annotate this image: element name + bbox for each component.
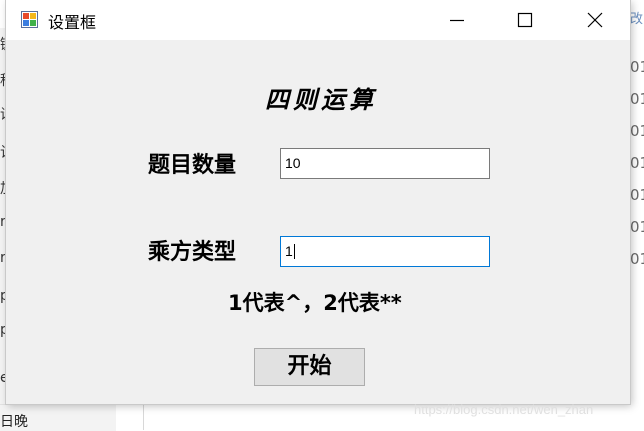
- question-count-value: 10: [285, 155, 301, 171]
- question-count-input[interactable]: 10: [280, 148, 490, 179]
- background-text: 01: [630, 58, 644, 76]
- background-text: 01: [630, 90, 644, 108]
- power-type-hint: 1代表^，2代表**: [228, 291, 402, 315]
- app-icon: [21, 11, 38, 28]
- power-type-label: 乘方类型: [148, 240, 237, 265]
- background-text: 01: [630, 154, 644, 172]
- background-text: 01: [630, 122, 644, 140]
- maximize-icon: [517, 12, 533, 28]
- title-bar[interactable]: 设置框: [6, 0, 630, 40]
- watermark: https://blog.csdn.net/wen_zhan: [414, 402, 594, 417]
- power-type-value: 1: [285, 243, 293, 259]
- page-title: 四则运算: [265, 85, 377, 114]
- power-type-input[interactable]: 1: [280, 236, 490, 267]
- close-button[interactable]: [572, 0, 618, 40]
- minimize-button[interactable]: [434, 0, 480, 40]
- close-icon: [587, 12, 603, 28]
- background-divider: [143, 404, 144, 430]
- background-text: 01: [630, 186, 644, 204]
- settings-dialog: 设置框 四则运算 题目数量 10 乘方类型 1 1代表^，2代表** 开始: [6, 0, 630, 404]
- background-text: 改: [630, 12, 644, 27]
- minimize-icon: [450, 19, 464, 22]
- start-button[interactable]: 开始: [254, 348, 365, 386]
- background-panel: 日晚: [0, 404, 116, 431]
- background-text: 01: [630, 250, 644, 268]
- text-caret: [293, 244, 295, 259]
- maximize-button[interactable]: [502, 0, 548, 40]
- question-count-label: 题目数量: [148, 153, 237, 178]
- window-title: 设置框: [48, 13, 97, 32]
- background-text: 日晚: [0, 414, 28, 430]
- background-text: 01: [630, 218, 644, 236]
